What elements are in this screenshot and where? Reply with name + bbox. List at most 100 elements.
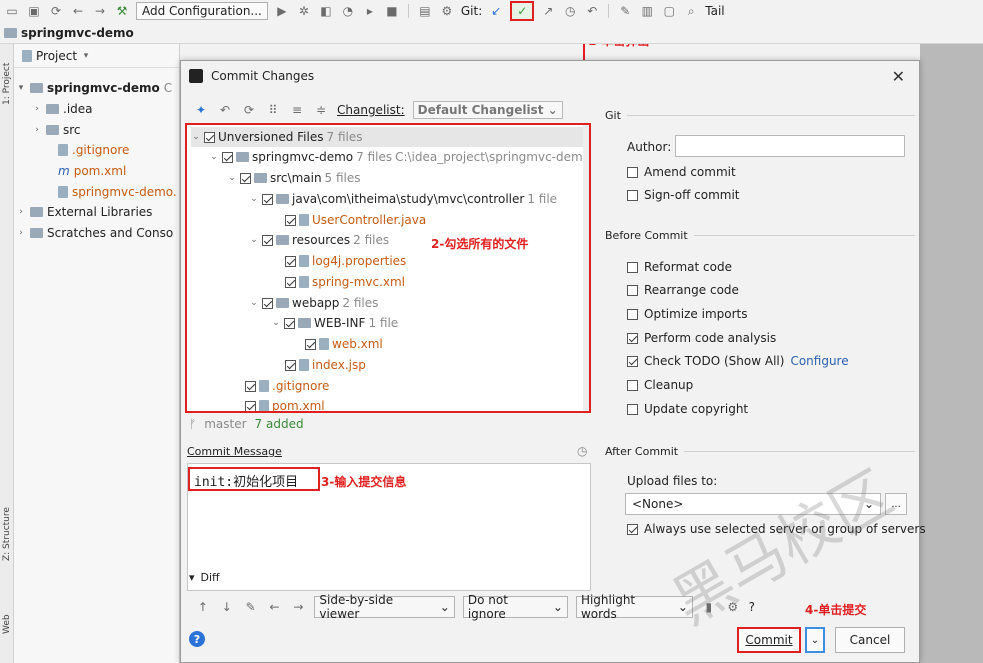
checkbox[interactable]: [627, 189, 638, 201]
rollback-icon[interactable]: ↶: [584, 3, 600, 19]
save-icon[interactable]: ▣: [26, 3, 42, 19]
checkbox[interactable]: [285, 255, 296, 267]
tree-row[interactable]: ⌄ springmvc-demo 7 files C:\idea_project…: [209, 147, 583, 167]
wrench-icon[interactable]: ✎: [617, 3, 633, 19]
project-structure-icon[interactable]: ▥: [639, 3, 655, 19]
checkbox[interactable]: [285, 359, 296, 371]
checkbox[interactable]: [284, 317, 295, 329]
search-icon[interactable]: ⌕: [683, 3, 699, 19]
tree-row[interactable]: ⌄ src\main 5 files: [227, 168, 360, 188]
edit-icon[interactable]: ✎: [243, 599, 259, 615]
tree-row[interactable]: ⌄ resources 2 files: [249, 230, 389, 250]
check-todo-option[interactable]: Check TODO (Show All) Configure: [627, 351, 849, 371]
add-configuration-button[interactable]: Add Configuration...: [136, 2, 268, 20]
profile-icon[interactable]: ◔: [340, 3, 356, 19]
rollback-icon[interactable]: ↶: [217, 102, 233, 118]
signoff-commit-option[interactable]: Sign-off commit: [627, 185, 740, 205]
group-by-icon[interactable]: ⠿: [265, 102, 281, 118]
tree-item[interactable]: m pom.xml: [58, 161, 126, 181]
ignore-select[interactable]: Do not ignore ⌄: [462, 593, 568, 621]
checkbox[interactable]: [240, 172, 251, 184]
viewer-select[interactable]: Side-by-side viewer ⌄: [314, 593, 455, 621]
project-tool-tab[interactable]: 1: Project: [0, 54, 14, 114]
tree-scrollbar[interactable]: [583, 125, 589, 411]
sync-icon[interactable]: ⟳: [48, 3, 64, 19]
diff-toggle[interactable]: ▾ Diff: [189, 571, 220, 584]
upload-more-button[interactable]: ...: [885, 493, 907, 515]
tree-row[interactable]: pom.xml: [245, 396, 325, 411]
back-icon[interactable]: ←: [70, 3, 86, 19]
close-icon[interactable]: ✕: [892, 67, 905, 86]
update-copyright-option[interactable]: Update copyright: [627, 399, 748, 419]
checkbox[interactable]: [285, 276, 296, 288]
reload-icon[interactable]: ⟳: [241, 102, 257, 118]
checkbox[interactable]: [627, 379, 638, 391]
checkbox[interactable]: [245, 380, 256, 392]
tree-row[interactable]: ⌄ java\com\itheima\study\mvc\controller …: [249, 189, 557, 209]
expand-all-icon[interactable]: ≡: [289, 102, 305, 118]
help-icon[interactable]: ?: [189, 631, 205, 647]
message-history-icon[interactable]: ◷: [577, 444, 587, 458]
perform-analysis-option[interactable]: Perform code analysis: [627, 328, 776, 348]
project-panel-header[interactable]: Project ▾: [14, 44, 179, 68]
cleanup-option[interactable]: Cleanup: [627, 375, 693, 395]
highlight-select[interactable]: Highlight words ⌄: [575, 593, 693, 621]
debug-icon[interactable]: ✲: [296, 3, 312, 19]
structure-tool-tab[interactable]: Z: Structure: [0, 494, 14, 574]
tree-row[interactable]: .gitignore: [245, 376, 329, 396]
tail-label[interactable]: Tail: [705, 4, 724, 18]
checkbox[interactable]: [627, 284, 638, 296]
checkbox[interactable]: [222, 151, 233, 163]
commit-check-icon[interactable]: ✓: [510, 1, 535, 21]
checkbox[interactable]: [627, 523, 638, 535]
checkbox[interactable]: [627, 332, 638, 344]
tree-item[interactable]: › .idea: [32, 99, 92, 119]
checkbox[interactable]: [245, 400, 256, 411]
arrow-up-icon[interactable]: ↑: [195, 599, 211, 615]
run-icon[interactable]: ▶: [274, 3, 290, 19]
checkbox[interactable]: [262, 193, 273, 205]
changelist-select[interactable]: Default Changelist ⌄: [412, 101, 563, 119]
rearrange-code-option[interactable]: Rearrange code: [627, 280, 739, 300]
checkbox[interactable]: [262, 297, 273, 309]
tree-item[interactable]: › External Libraries: [16, 202, 152, 222]
tree-row[interactable]: log4j.properties: [285, 251, 406, 271]
tree-item[interactable]: ▾ springmvc-demo C: [16, 78, 172, 98]
checkbox[interactable]: [262, 234, 273, 246]
collapse-all-icon[interactable]: ≑: [313, 102, 329, 118]
tree-row-unversioned[interactable]: ⌄ Unversioned Files 7 files: [191, 127, 585, 147]
web-tool-tab[interactable]: Web: [0, 604, 14, 644]
optimize-imports-option[interactable]: Optimize imports: [627, 304, 748, 324]
tree-item[interactable]: springmvc-demo.: [58, 182, 177, 202]
terminal-icon[interactable]: ▢: [661, 3, 677, 19]
arrow-left-icon[interactable]: ←: [267, 599, 283, 615]
tree-row[interactable]: ⌄ webapp 2 files: [249, 293, 378, 313]
tree-row[interactable]: spring-mvc.xml: [285, 272, 405, 292]
tree-item[interactable]: › src: [32, 120, 80, 140]
help-text[interactable]: ?: [749, 600, 755, 614]
forward-icon[interactable]: →: [92, 3, 108, 19]
update-project-icon[interactable]: ↙: [488, 3, 504, 19]
lock-icon[interactable]: ▮: [701, 599, 717, 615]
tree-item[interactable]: › Scratches and Conso: [16, 223, 173, 243]
commit-message-text[interactable]: init:初始化项目: [188, 467, 320, 491]
cancel-button[interactable]: Cancel: [835, 627, 905, 653]
sdk-icon[interactable]: ▤: [417, 3, 433, 19]
arrow-right-icon[interactable]: →: [291, 599, 307, 615]
author-input[interactable]: [675, 135, 905, 157]
commit-options-dropdown[interactable]: ⌄: [805, 627, 825, 653]
always-use-server-option[interactable]: Always use selected server or group of s…: [627, 519, 926, 539]
checkbox[interactable]: [627, 261, 638, 273]
refresh-icon[interactable]: ✦: [193, 102, 209, 118]
push-icon[interactable]: ↗: [540, 3, 556, 19]
commit-button[interactable]: Commit: [737, 627, 801, 653]
configure-link[interactable]: Configure: [790, 354, 848, 368]
tree-row[interactable]: index.jsp: [285, 355, 366, 375]
run-dropdown-icon[interactable]: ▸: [362, 3, 378, 19]
tree-row[interactable]: UserController.java: [285, 210, 426, 230]
checkbox[interactable]: [627, 166, 638, 178]
open-icon[interactable]: ▭: [4, 3, 20, 19]
checkbox[interactable]: [627, 403, 638, 415]
stop-icon[interactable]: ■: [384, 3, 400, 19]
build-icon[interactable]: ⚒: [114, 3, 130, 19]
